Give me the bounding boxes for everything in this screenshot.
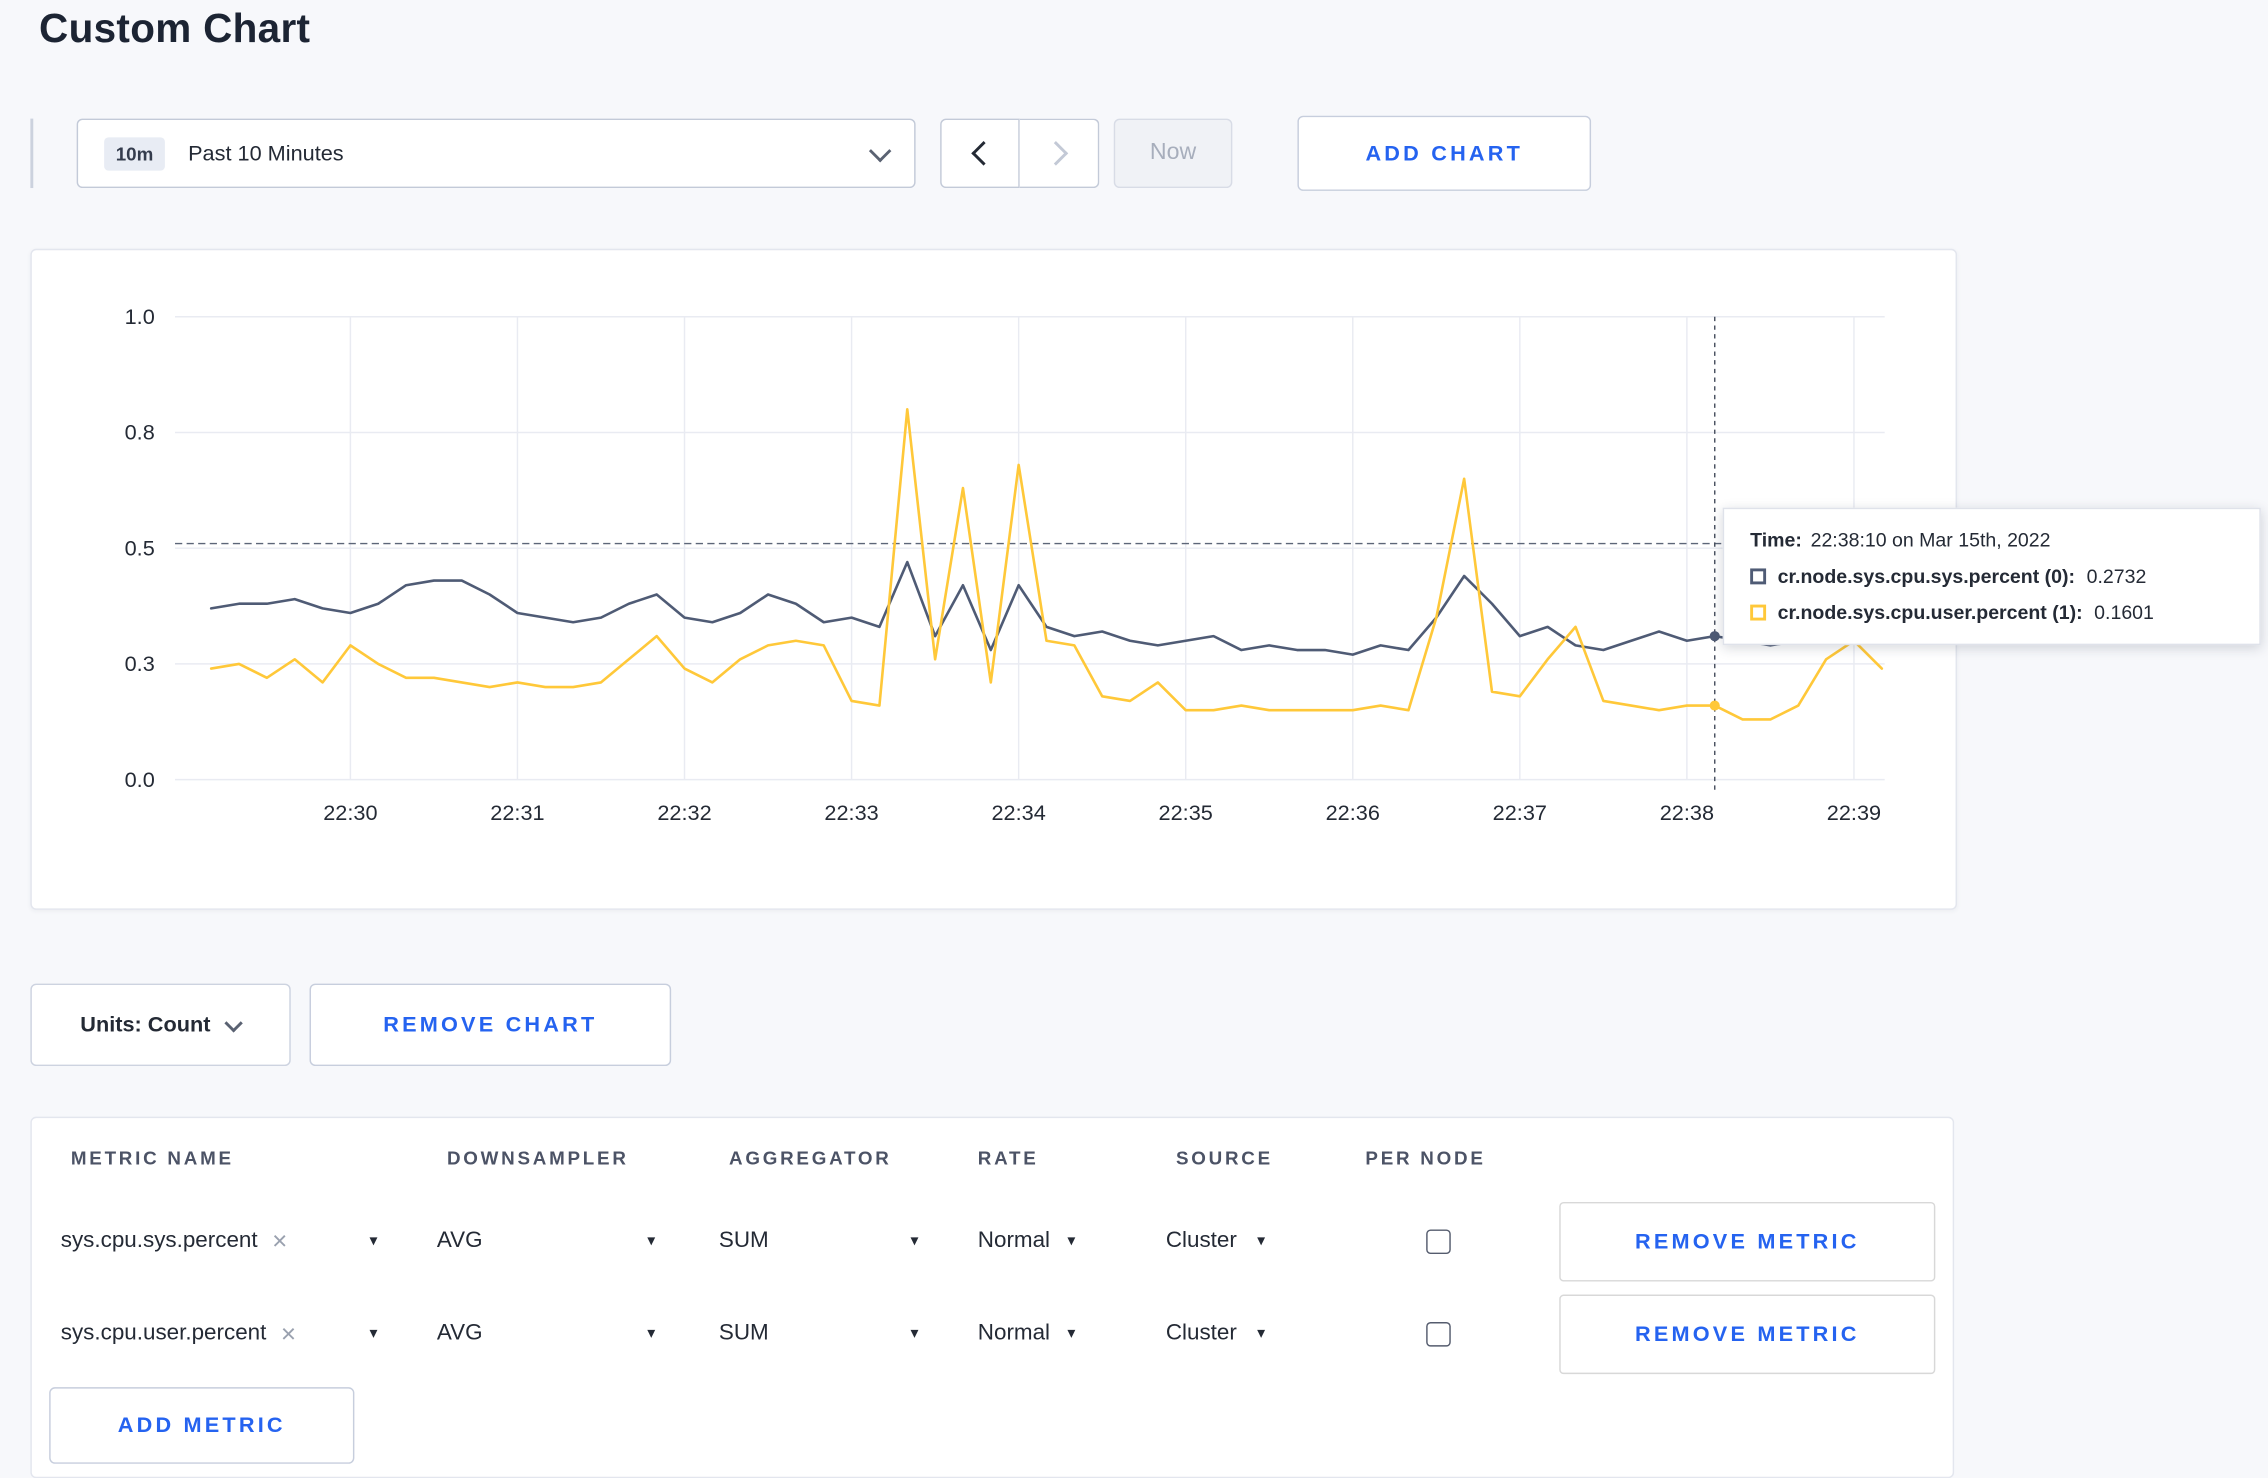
downsampler-select[interactable]: AVG ▾	[437, 1321, 719, 1347]
col-header-aggregator: AGGREGATOR	[728, 1147, 892, 1169]
caret-down-icon: ▾	[910, 1324, 919, 1342]
actions-cell: REMOVE METRIC	[1549, 1293, 1953, 1374]
aggregator-value: SUM	[718, 1228, 769, 1253]
chevron-left-icon	[970, 141, 996, 166]
source-select[interactable]: Cluster ▾	[1166, 1321, 1355, 1347]
range-label: Past 10 Minutes	[188, 141, 344, 166]
clear-icon[interactable]: ×	[272, 1228, 287, 1254]
svg-text:0.3: 0.3	[125, 651, 155, 676]
aggregator-select[interactable]: SUM ▾	[719, 1228, 968, 1254]
now-button[interactable]: Now	[1113, 118, 1233, 189]
downsampler-select[interactable]: AVG ▾	[437, 1228, 719, 1254]
chart-card: 1.0 0.8 0.5 0.3 0.0 22:30 22:31 22:32 22:33 22:34…	[30, 248, 2261, 910]
tooltip-entry-label: cr.node.sys.cpu.sys.percent (0):	[1777, 565, 2076, 588]
prev-range-button[interactable]	[940, 118, 1020, 189]
svg-text:22:35: 22:35	[1159, 800, 1213, 825]
caret-down-icon: ▾	[910, 1231, 919, 1249]
caret-down-icon: ▾	[369, 1231, 378, 1249]
tooltip-time-value: 22:38:10 on Mar 15th, 2022	[1810, 529, 2051, 552]
add-chart-button[interactable]: ADD CHART	[1297, 115, 1592, 191]
clear-icon[interactable]: ×	[281, 1321, 296, 1347]
col-header-metric-name: METRIC NAME	[70, 1147, 234, 1169]
metric-name-select[interactable]: sys.cpu.user.percent × ▾	[61, 1321, 437, 1347]
svg-text:1.0: 1.0	[125, 304, 155, 329]
actions-cell: REMOVE METRIC	[1549, 1201, 1953, 1281]
units-select[interactable]: Units: Count	[30, 983, 291, 1067]
svg-text:22:37: 22:37	[1493, 800, 1547, 825]
svg-text:22:32: 22:32	[657, 800, 711, 825]
tooltip-entry-sys: cr.node.sys.cpu.sys.percent (0): 0.2732	[1750, 565, 2233, 588]
svg-text:0.5: 0.5	[125, 535, 155, 560]
downsampler-value: AVG	[436, 1320, 483, 1346]
tooltip-entry-value: 0.1601	[2094, 601, 2154, 624]
chevron-down-icon	[868, 139, 892, 162]
page-title: Custom Chart	[39, 5, 311, 51]
svg-text:22:34: 22:34	[992, 800, 1046, 825]
time-range-select[interactable]: 10m Past 10 Minutes	[76, 118, 916, 189]
caret-down-icon: ▾	[1257, 1324, 1266, 1342]
rate-value: Normal	[977, 1228, 1051, 1253]
table-body: sys.cpu.sys.percent × ▾ AVG ▾ SUM ▾ Norm…	[32, 1195, 1953, 1380]
toolbar-divider	[30, 118, 34, 189]
col-header-rate: RATE	[977, 1147, 1039, 1169]
metric-name-select[interactable]: sys.cpu.sys.percent × ▾	[61, 1228, 437, 1254]
tooltip-entry-user: cr.node.sys.cpu.user.percent (1): 0.1601	[1750, 601, 2233, 624]
col-header-source: SOURCE	[1175, 1147, 1273, 1169]
caret-down-icon: ▾	[1257, 1231, 1266, 1249]
caret-down-icon: ▾	[1067, 1231, 1076, 1249]
downsampler-value: AVG	[436, 1228, 483, 1253]
per-node-checkbox[interactable]	[1426, 1228, 1451, 1254]
aggregator-select[interactable]: SUM ▾	[719, 1321, 968, 1347]
metric-name: sys.cpu.user.percent	[60, 1320, 267, 1346]
svg-text:22:38: 22:38	[1660, 800, 1714, 825]
rate-select[interactable]: Normal ▾	[968, 1228, 1166, 1254]
metric-name: sys.cpu.sys.percent	[60, 1228, 258, 1253]
timeseries-chart[interactable]: 1.0 0.8 0.5 0.3 0.0 22:30 22:31 22:32 22:33 22:34…	[32, 250, 1956, 908]
col-header-downsampler: DOWNSAMPLER	[446, 1147, 629, 1169]
custom-chart-page: Custom Chart 10m Past 10 Minutes Now ADD…	[0, 0, 2268, 1478]
aggregator-value: SUM	[718, 1320, 769, 1346]
caret-down-icon: ▾	[1067, 1324, 1076, 1342]
svg-text:0.8: 0.8	[125, 420, 155, 445]
source-value: Cluster	[1165, 1320, 1237, 1346]
remove-metric-button[interactable]: REMOVE METRIC	[1559, 1201, 1936, 1281]
table-header-row: METRIC NAME DOWNSAMPLER AGGREGATOR RATE …	[32, 1118, 1953, 1174]
metric-row: sys.cpu.sys.percent × ▾ AVG ▾ SUM ▾ Norm…	[32, 1195, 1953, 1288]
col-header-per-node: PER NODE	[1365, 1147, 1486, 1169]
source-value: Cluster	[1165, 1228, 1237, 1253]
metric-row: sys.cpu.user.percent × ▾ AVG ▾ SUM ▾ Nor…	[32, 1287, 1953, 1380]
tooltip-time-label: Time:	[1750, 529, 1802, 552]
per-node-cell	[1355, 1321, 1549, 1346]
svg-text:22:39: 22:39	[1827, 800, 1881, 825]
per-node-checkbox[interactable]	[1426, 1321, 1451, 1346]
units-label: Units: Count	[80, 1012, 211, 1038]
caret-down-icon: ▾	[369, 1324, 378, 1342]
rate-select[interactable]: Normal ▾	[968, 1321, 1166, 1347]
caret-down-icon: ▾	[647, 1324, 656, 1342]
tooltip-entry-label: cr.node.sys.cpu.user.percent (1):	[1777, 601, 2083, 624]
series-sys-swatch-icon	[1750, 568, 1767, 585]
svg-text:22:36: 22:36	[1326, 800, 1380, 825]
source-select[interactable]: Cluster ▾	[1166, 1228, 1355, 1254]
chart-tooltip: Time: 22:38:10 on Mar 15th, 2022 cr.node.…	[1722, 507, 2261, 646]
remove-metric-button[interactable]: REMOVE METRIC	[1559, 1293, 1936, 1374]
add-metric-button[interactable]: ADD METRIC	[49, 1387, 355, 1464]
range-badge: 10m	[104, 136, 165, 170]
next-range-button[interactable]	[1019, 118, 1100, 189]
svg-text:0.0: 0.0	[125, 767, 155, 792]
chevron-right-icon	[1043, 141, 1069, 166]
range-nav-group	[940, 118, 1100, 189]
svg-text:22:30: 22:30	[323, 800, 377, 825]
svg-text:22:33: 22:33	[824, 800, 878, 825]
chevron-down-icon	[225, 1013, 244, 1032]
caret-down-icon: ▾	[647, 1231, 656, 1249]
svg-text:22:31: 22:31	[490, 800, 544, 825]
remove-chart-button[interactable]: REMOVE CHART	[309, 983, 672, 1067]
per-node-cell	[1355, 1228, 1549, 1254]
series-user-swatch-icon	[1750, 604, 1767, 621]
tooltip-time: Time: 22:38:10 on Mar 15th, 2022	[1750, 529, 2233, 551]
rate-value: Normal	[977, 1320, 1051, 1346]
tooltip-entry-value: 0.2732	[2086, 565, 2147, 588]
